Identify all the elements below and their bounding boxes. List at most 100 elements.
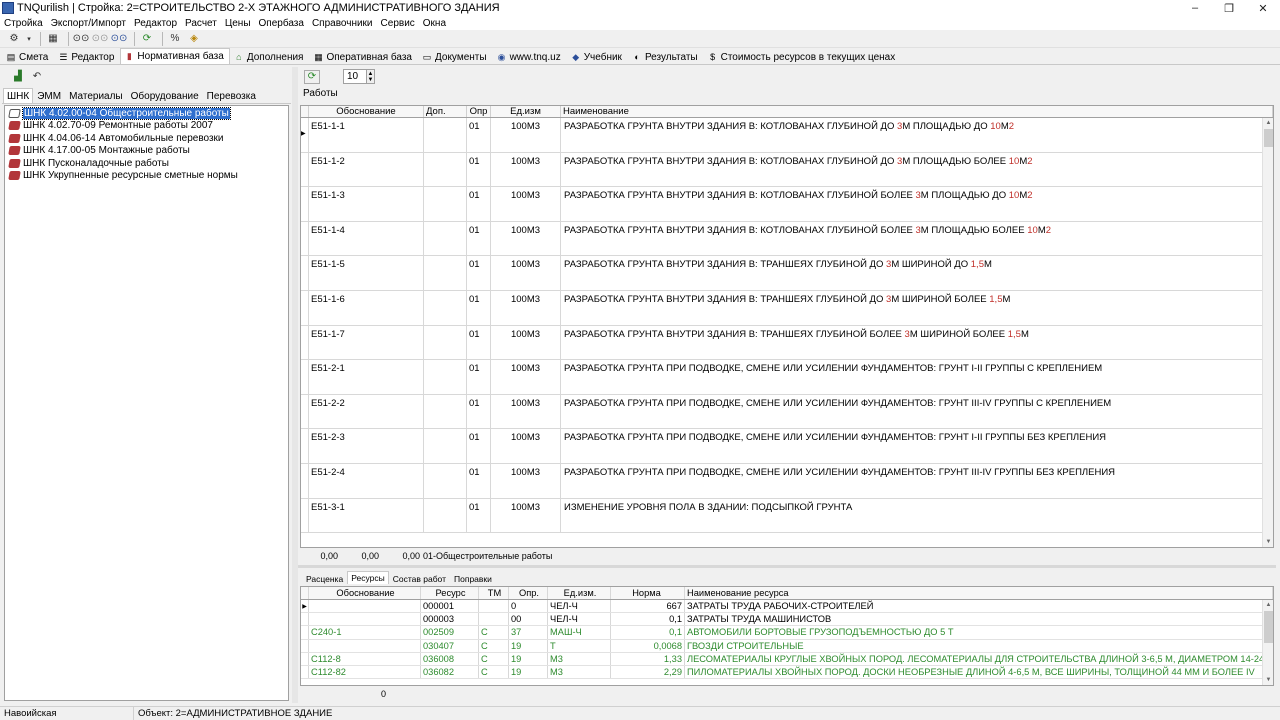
page-size-spinner[interactable]: 10 ▲ ▼ bbox=[343, 69, 375, 84]
binoculars-blue-icon[interactable]: ⊙⊙ bbox=[111, 32, 128, 46]
binoculars-icon[interactable]: ⊙⊙ bbox=[73, 32, 90, 46]
column-header-dop[interactable]: Доп. bbox=[424, 106, 467, 117]
column-header-unit[interactable]: Ед.изм. bbox=[548, 587, 611, 599]
close-button[interactable]: ✕ bbox=[1246, 0, 1280, 16]
tab-textbook[interactable]: ◆ Учебник bbox=[567, 49, 628, 64]
tree-item[interactable]: ШНК Пусконаладочные работы bbox=[5, 157, 288, 170]
works-table-row[interactable]: Е51-1-4 01 100М3 РАЗРАБОТКА ГРУНТА ВНУТРИ З… bbox=[301, 221, 1273, 257]
menu-item-references[interactable]: Справочники bbox=[308, 18, 377, 29]
globe-icon: ◉ bbox=[497, 51, 506, 62]
menu-item-windows[interactable]: Окна bbox=[419, 18, 450, 29]
row-dop bbox=[424, 118, 467, 152]
tree-item[interactable]: ШНК Укрупненные ресурсные сметные нормы bbox=[5, 170, 288, 183]
minimize-button[interactable]: – bbox=[1178, 0, 1212, 16]
tree-item[interactable]: ШНК 4.04.06-14 Автомобильные перевозки bbox=[5, 132, 288, 145]
refresh-icon[interactable]: ⟳ bbox=[304, 69, 320, 84]
menu-item-service[interactable]: Сервис bbox=[377, 18, 419, 29]
column-header-code[interactable]: Обоснование bbox=[309, 106, 424, 117]
refresh-icon[interactable]: ⟳ bbox=[139, 32, 155, 46]
binoculars-gray-icon[interactable]: ⊙⊙ bbox=[92, 32, 109, 46]
row-unit: 100М3 bbox=[491, 152, 561, 187]
works-table-row[interactable]: Е51-2-4 01 100М3 РАЗРАБОТКА ГРУНТА ПРИ ПОДВ… bbox=[301, 463, 1273, 499]
works-table-row[interactable]: Е51-1-5 01 100М3 РАЗРАБОТКА ГРУНТА ВНУТРИ З… bbox=[301, 256, 1273, 291]
column-header-resource-name[interactable]: Наименование ресурса bbox=[685, 587, 1273, 599]
scroll-up-icon[interactable]: ▲ bbox=[1263, 118, 1273, 128]
column-header-norm[interactable]: Норма bbox=[611, 587, 685, 599]
resource-row[interactable]: ▶ 000001 0 ЧЕЛ-Ч 667 ЗАТРАТЫ ТРУДА РАБОЧИХ-СТ… bbox=[301, 600, 1273, 614]
tab-normative-base[interactable]: ▮ Нормативная база bbox=[120, 48, 230, 64]
column-header-code[interactable]: Обоснование bbox=[309, 587, 421, 599]
menu-item-export-import[interactable]: Экспорт/Импорт bbox=[47, 18, 130, 29]
column-header-opr[interactable]: Опр bbox=[467, 106, 491, 117]
resource-row[interactable]: С112-8 036008 С 19 М3 1,33 ЛЕСОМАТЕРИАЛЫ КРУГЛ… bbox=[301, 652, 1273, 666]
resources-scrollbar[interactable]: ▲ ▼ bbox=[1262, 600, 1273, 685]
tree-item[interactable]: ШНК 4.02.00-04 Общестроительные работы bbox=[5, 106, 288, 120]
house-icon: ⌂ bbox=[236, 52, 242, 62]
chart-icon[interactable]: ▟ bbox=[10, 69, 26, 83]
column-header-resource[interactable]: Ресурс bbox=[421, 587, 479, 599]
tab-smeta[interactable]: ▤ Смета bbox=[2, 49, 54, 64]
tab-emm[interactable]: ЭММ bbox=[33, 89, 65, 103]
tab-materials[interactable]: Материалы bbox=[65, 89, 127, 103]
scroll-up-icon[interactable]: ▲ bbox=[1263, 600, 1273, 610]
spinner-arrows-icon[interactable]: ▲ ▼ bbox=[366, 69, 375, 84]
tab-rate[interactable]: Расценка bbox=[302, 572, 347, 584]
resource-row[interactable]: С240-1 002509 С 37 МАШ-Ч 0,1 АВТОМОБИЛИ БОРТОВ… bbox=[301, 626, 1273, 640]
scroll-thumb[interactable] bbox=[1264, 129, 1273, 147]
grid-icon[interactable]: ▦ bbox=[45, 32, 61, 46]
tag-icon[interactable]: ◈ bbox=[186, 32, 202, 46]
tree-item[interactable]: ШНК 4.17.00-05 Монтажные работы bbox=[5, 145, 288, 158]
maximize-button[interactable]: ❐ bbox=[1212, 0, 1246, 16]
gear-icon[interactable]: ⚙ bbox=[6, 32, 22, 46]
resource-tm: С bbox=[479, 639, 509, 652]
tab-additions[interactable]: ⌂ Дополнения bbox=[230, 49, 310, 64]
menu-item-calculation[interactable]: Расчет bbox=[181, 18, 221, 29]
tab-documents[interactable]: ▭ Документы bbox=[418, 49, 493, 64]
works-table-row[interactable]: Е51-2-1 01 100М3 РАЗРАБОТКА ГРУНТА ПРИ ПОДВ… bbox=[301, 360, 1273, 395]
scroll-down-icon[interactable]: ▼ bbox=[1263, 675, 1273, 685]
menu-item-editor[interactable]: Редактор bbox=[130, 18, 181, 29]
works-table-row[interactable]: Е51-1-2 01 100М3 РАЗРАБОТКА ГРУНТА ВНУТРИ З… bbox=[301, 152, 1273, 188]
works-table-row[interactable]: Е51-1-3 01 100М3 РАЗРАБОТКА ГРУНТА ВНУТРИ З… bbox=[301, 187, 1273, 222]
row-name-part: М bbox=[1020, 328, 1029, 340]
row-unit: 100М3 bbox=[491, 187, 561, 221]
works-table-row[interactable]: Е51-1-6 01 100М3 РАЗРАБОТКА ГРУНТА ВНУТРИ З… bbox=[301, 290, 1273, 326]
column-header-opr[interactable]: Опр. bbox=[509, 587, 548, 599]
tab-work-composition[interactable]: Состав работ bbox=[389, 572, 450, 584]
horizontal-splitter[interactable] bbox=[298, 565, 1276, 568]
resource-row[interactable]: С112-82 036082 С 19 М3 2,29 ПИЛОМАТЕРИАЛЫ ХВОЙ… bbox=[301, 665, 1273, 680]
row-opr: 01 bbox=[467, 498, 491, 533]
menu-item-prices[interactable]: Цены bbox=[221, 18, 255, 29]
tab-corrections[interactable]: Поправки bbox=[450, 572, 496, 584]
scroll-thumb[interactable] bbox=[1264, 611, 1273, 643]
works-table-row[interactable]: ▶ Е51-1-1 01 100М3 РАЗРАБОТКА ГРУНТА ВНУТРИ … bbox=[301, 118, 1273, 153]
menu-item-operbase[interactable]: Опербаза bbox=[255, 18, 308, 29]
resource-row[interactable]: 030407 С 19 Т 0,0068 ГВОЗДИ СТРОИТЕЛЬНЫЕ bbox=[301, 639, 1273, 653]
row-name-part: М ШИРИНОЙ БОЛЕЕ bbox=[909, 328, 1008, 340]
column-header-tm[interactable]: ТМ bbox=[479, 587, 509, 599]
tab-resources[interactable]: Ресурсы bbox=[347, 571, 389, 584]
works-table-row[interactable]: Е51-2-3 01 100М3 РАЗРАБОТКА ГРУНТА ПРИ ПОДВ… bbox=[301, 429, 1273, 464]
tab-transport[interactable]: Перевозка bbox=[203, 89, 260, 103]
scroll-down-icon[interactable]: ▼ bbox=[1263, 537, 1273, 547]
column-header-name[interactable]: Наименование bbox=[561, 106, 1273, 117]
undo-icon[interactable]: ↶ bbox=[29, 69, 45, 83]
tab-operative-base[interactable]: ▦ Оперативная база bbox=[309, 49, 418, 64]
tab-equipment[interactable]: Оборудование bbox=[127, 89, 203, 103]
tree-item[interactable]: ШНК 4.02.70-09 Ремонтные работы 2007 bbox=[5, 120, 288, 133]
tab-editor[interactable]: ☰ Редактор bbox=[54, 49, 120, 64]
works-table-row[interactable]: Е51-3-1 01 100М3 ИЗМЕНЕНИЕ УРОВНЯ ПОЛА В ЗД… bbox=[301, 498, 1273, 534]
tab-website[interactable]: ◉ www.tnq.uz bbox=[493, 49, 567, 64]
tab-resource-cost[interactable]: $ Стоимость ресурсов в текущих ценах bbox=[704, 49, 902, 64]
works-table-row[interactable]: Е51-2-2 01 100М3 РАЗРАБОТКА ГРУНТА ПРИ ПОДВ… bbox=[301, 394, 1273, 430]
tab-shnk[interactable]: ШНК bbox=[3, 88, 34, 103]
percent-icon[interactable]: % bbox=[167, 32, 183, 46]
resource-row[interactable]: 000003 00 ЧЕЛ-Ч 0,1 ЗАТРАТЫ ТРУДА МАШИНИСТОВ bbox=[301, 613, 1273, 627]
works-scrollbar[interactable]: ▲ ▼ bbox=[1262, 118, 1273, 547]
norm-tree: ШНК 4.02.00-04 Общестроительные работы Ш… bbox=[4, 105, 289, 701]
tab-results[interactable]: ◐ Результаты bbox=[628, 49, 704, 64]
menu-item-stroyka[interactable]: Стройка bbox=[0, 18, 47, 29]
dropdown-arrow-icon[interactable]: ▾ bbox=[25, 32, 33, 46]
column-header-unit[interactable]: Ед.изм bbox=[491, 106, 561, 117]
works-table-row[interactable]: Е51-1-7 01 100М3 РАЗРАБОТКА ГРУНТА ВНУТРИ З… bbox=[301, 325, 1273, 361]
